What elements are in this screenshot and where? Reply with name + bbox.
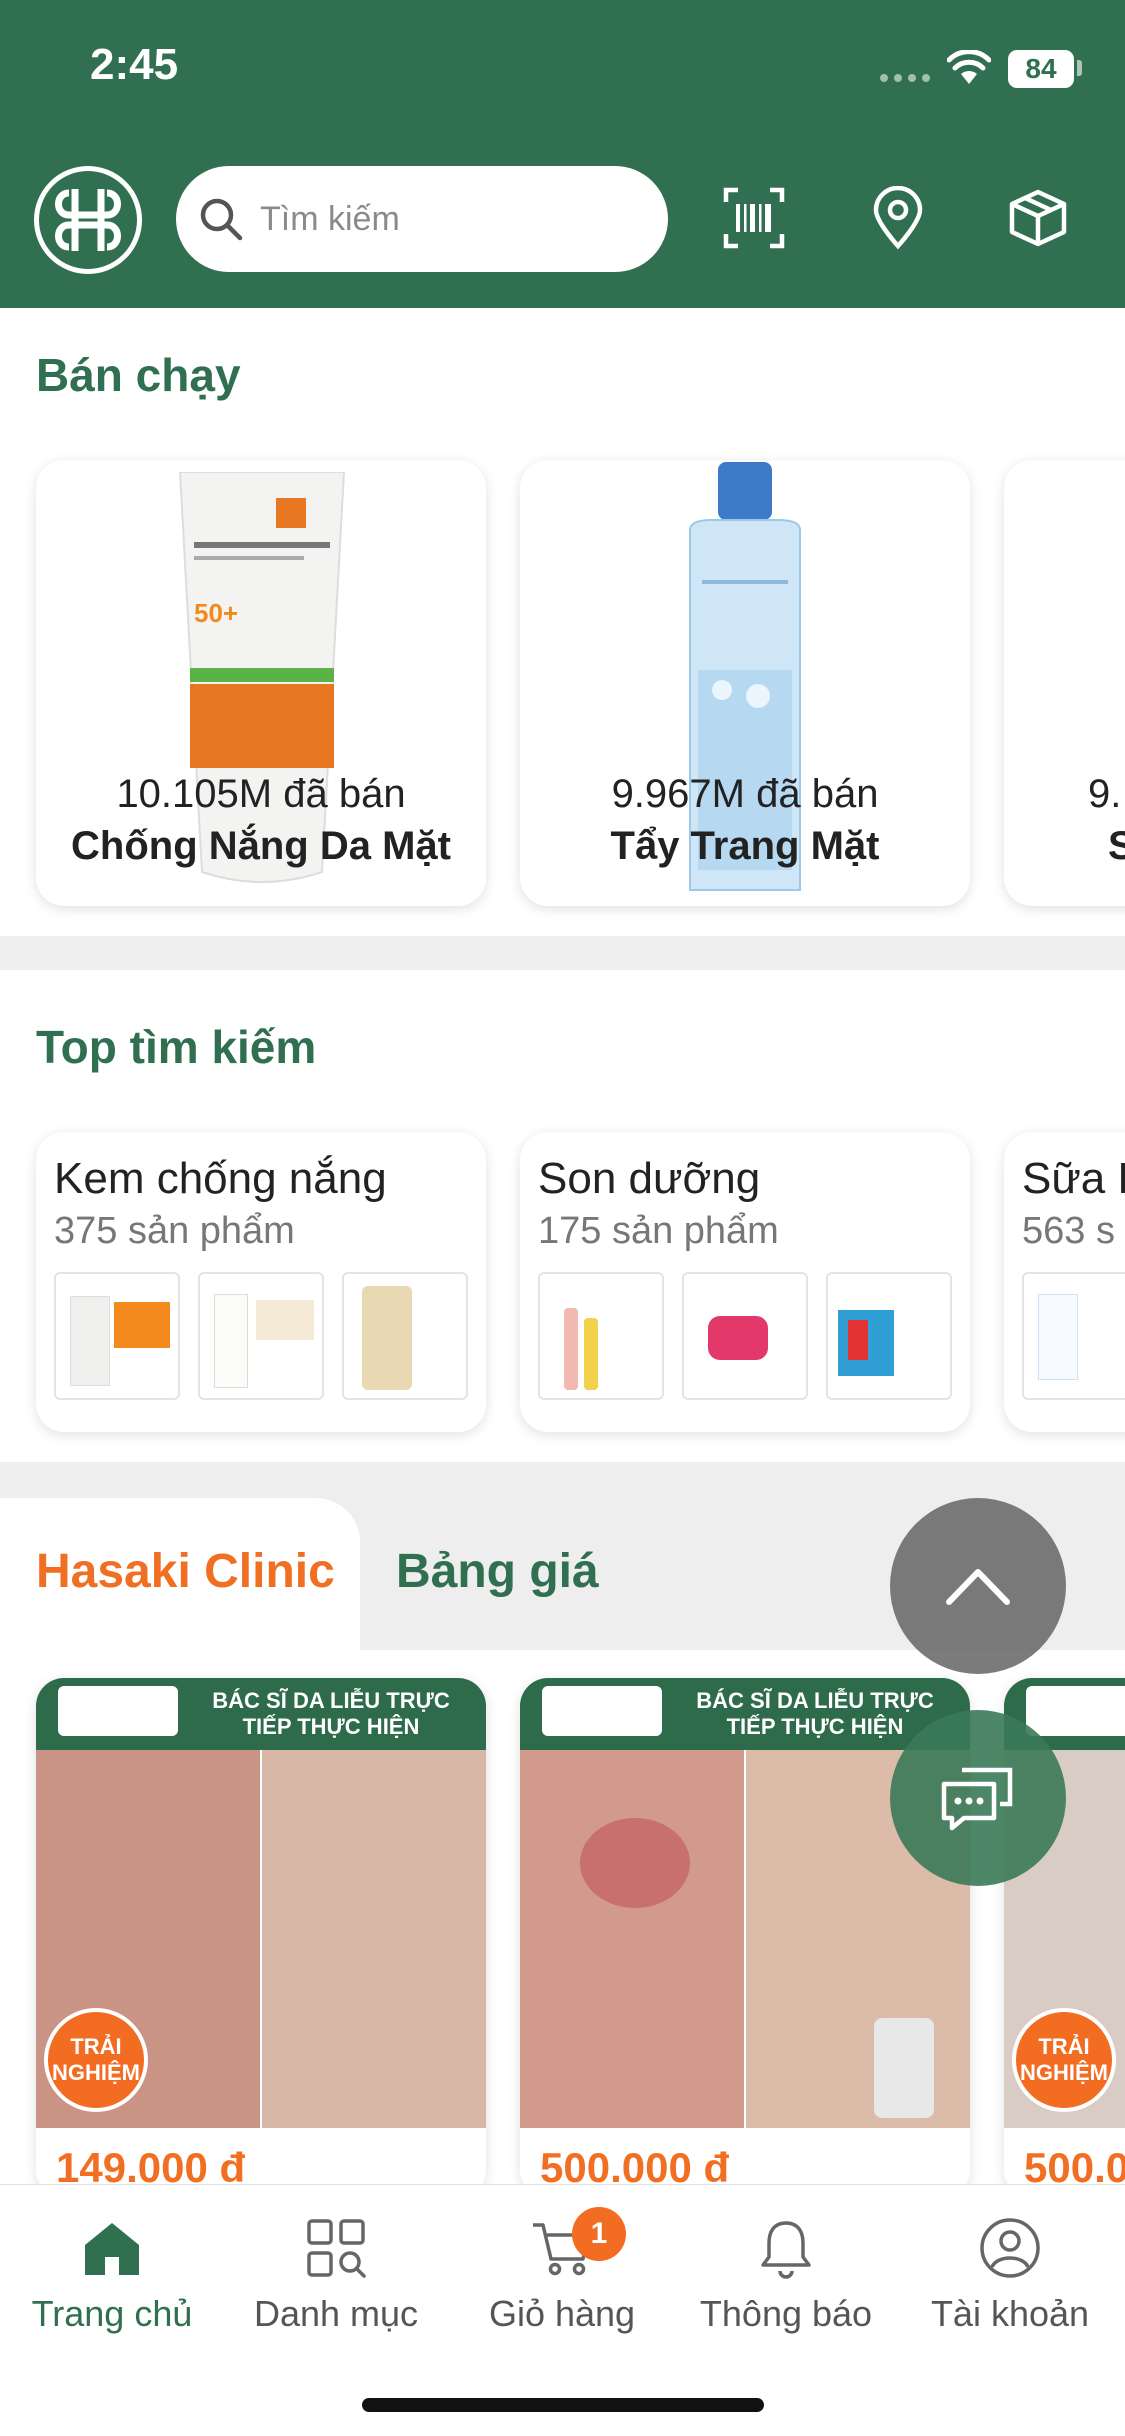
nav-notifications[interactable]: Thông báo	[676, 2215, 896, 2335]
signal-icon	[880, 74, 930, 82]
header-bar: 2:45 84	[0, 0, 1125, 308]
top-search-card[interactable]: Kem chống nắng 375 sản phẩm	[36, 1132, 486, 1432]
section-divider	[0, 936, 1125, 970]
category-name: Tẩy Trang Mặt	[610, 824, 880, 868]
nav-home[interactable]: Trang chủ	[2, 2215, 222, 2335]
top-search-card[interactable]: Sữa R 563 s	[1004, 1132, 1125, 1432]
product-count: 563 s	[1022, 1210, 1115, 1252]
search-term: Kem chống nắng	[54, 1154, 387, 1203]
top-search-title: Top tìm kiếm	[36, 1021, 317, 1073]
barcode-scan-icon[interactable]	[722, 186, 786, 250]
svg-text:50+: 50+	[194, 598, 238, 628]
product-count: 175 sản phẩm	[538, 1210, 779, 1252]
product-count: 375 sản phẩm	[54, 1210, 295, 1252]
home-indicator	[362, 2398, 764, 2412]
category-name: S	[1108, 824, 1125, 868]
chat-button[interactable]	[890, 1710, 1066, 1886]
wifi-icon	[947, 50, 991, 84]
product-thumbnail	[826, 1272, 952, 1400]
tab-hasaki-clinic[interactable]: Hasaki Clinic	[36, 1544, 335, 1599]
search-icon	[200, 198, 243, 241]
nav-categories-label: Danh mục	[253, 2293, 419, 2334]
bell-icon	[761, 2221, 811, 2279]
product-thumbnail	[682, 1272, 808, 1400]
search-bar[interactable]	[176, 166, 668, 272]
nav-cart[interactable]: 1 Giỏ hàng	[452, 2207, 672, 2335]
nav-notifications-label: Thông báo	[699, 2293, 873, 2334]
nav-account-label: Tài khoản	[930, 2293, 1090, 2334]
category-icon	[307, 2219, 366, 2278]
search-term: Son dưỡng	[538, 1154, 761, 1203]
nav-categories[interactable]: Danh mục	[226, 2215, 446, 2335]
nav-home-label: Trang chủ	[31, 2293, 193, 2334]
top-search-card[interactable]: Son dưỡng 175 sản phẩm	[520, 1132, 970, 1432]
product-thumbnail	[1022, 1272, 1125, 1400]
sold-count: 9.967M đã bán	[611, 772, 879, 816]
best-seller-card[interactable]: 9. S	[1004, 460, 1125, 906]
battery-indicator: 84	[1008, 50, 1074, 88]
doctor-banner-text: BÁC SĨ DA LIỄU TRỰC TIẾP THỰC HIỆN	[212, 1688, 450, 1739]
location-pin-icon[interactable]	[866, 186, 930, 250]
category-name: Chống Nắng Da Mặt	[71, 824, 451, 868]
sold-count: 9.	[1088, 772, 1122, 816]
clinic-service-card[interactable]: BÁC SĨ DA LIỄU TRỰC TIẾP THỰC HIỆN TRẢI …	[36, 1678, 486, 2198]
status-time: 2:45	[90, 40, 179, 89]
home-icon	[85, 2223, 139, 2275]
chevron-up-icon	[946, 1569, 1010, 1605]
before-after-photo: BÁC SĨ DA LIỄU TRỰC TIẾP THỰC HIỆN	[520, 1678, 970, 2128]
tab-price-list[interactable]: Bảng giá	[396, 1544, 599, 1599]
product-thumbnail	[342, 1272, 468, 1400]
scroll-to-top-button[interactable]	[890, 1498, 1066, 1674]
hasaki-logo[interactable]	[34, 166, 142, 274]
best-seller-card[interactable]: 50+ 10.105M đã bán Chống Nắng Da Mặt	[36, 460, 486, 906]
cart-count-badge: 1	[572, 2207, 626, 2261]
best-seller-card[interactable]: 9.967M đã bán Tẩy Trang Mặt	[520, 460, 970, 906]
trial-badge: TRẢI NGHIỆM	[1012, 2008, 1116, 2112]
trial-badge: TRẢI NGHIỆM	[44, 2008, 148, 2112]
product-thumbnail	[54, 1272, 180, 1400]
sold-count: 10.105M đã bán	[116, 772, 406, 816]
product-thumbnail	[538, 1272, 664, 1400]
battery-tip	[1077, 60, 1082, 76]
best-sellers-title: Bán chạy	[36, 349, 241, 401]
product-thumbnail	[198, 1272, 324, 1400]
chat-bubbles-icon	[941, 1767, 1013, 1831]
search-input[interactable]	[260, 199, 640, 239]
nav-account[interactable]: Tài khoản	[900, 2215, 1120, 2335]
app-screen: 2:45 84 Tìm kiếm Bán chạy 50+ 10.105M đã…	[0, 0, 1125, 2436]
search-term: Sữa R	[1022, 1154, 1125, 1203]
nav-cart-label: Giỏ hàng	[488, 2293, 636, 2334]
box-icon[interactable]	[1006, 186, 1070, 250]
doctor-banner-text: BÁC SĨ DA LIỄU TRỰC TIẾP THỰC HIỆN	[696, 1688, 934, 1739]
user-icon	[980, 2218, 1040, 2278]
